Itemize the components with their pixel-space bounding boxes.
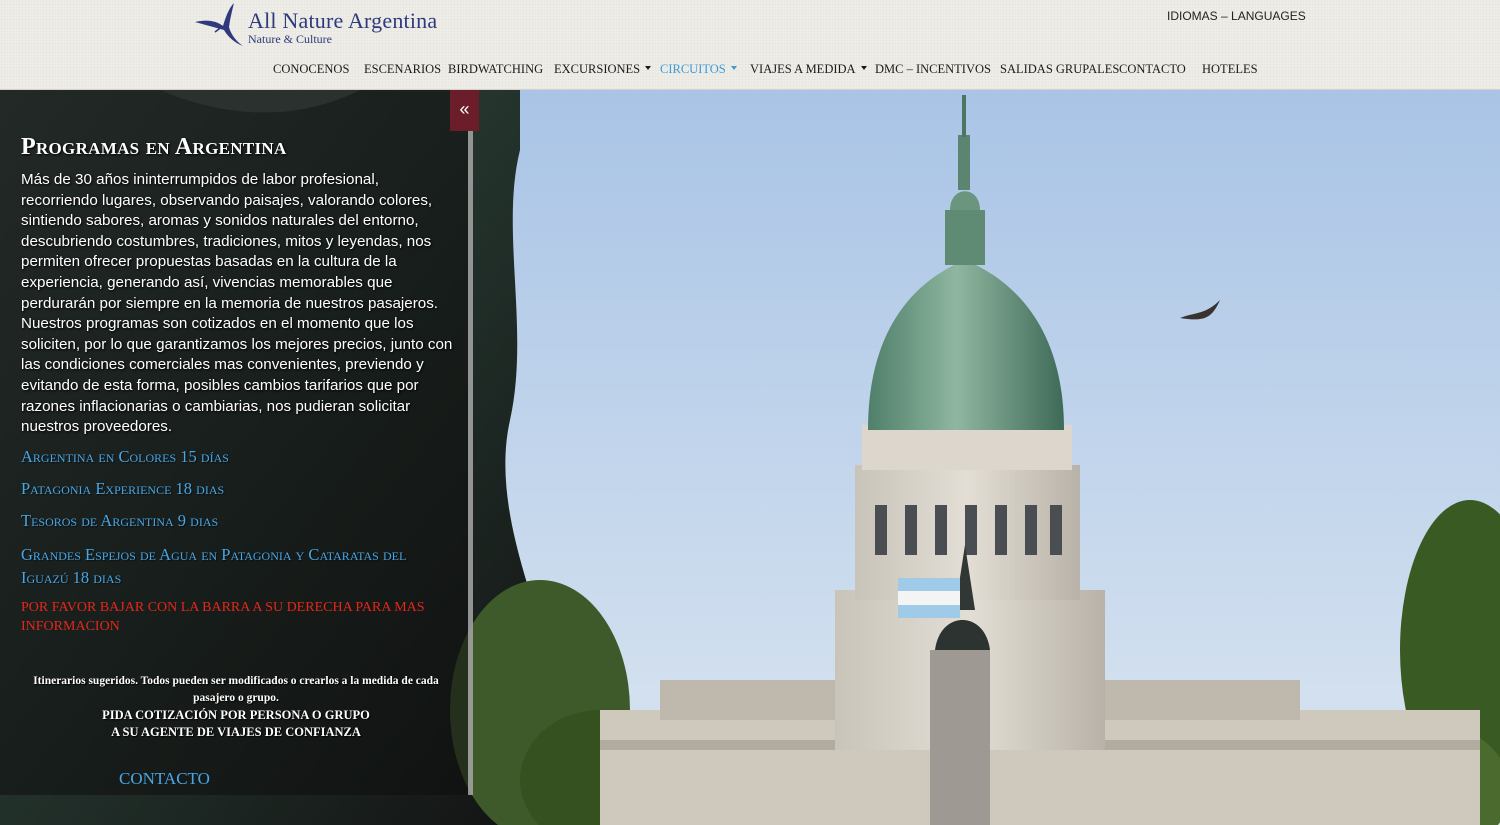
caret-down-icon bbox=[645, 66, 652, 70]
nav-label: BIRDWATCHING bbox=[448, 62, 544, 76]
caret-down-icon bbox=[860, 66, 867, 70]
brand-title: All Nature Argentina bbox=[248, 8, 438, 33]
panel-contact-link[interactable]: CONTACTO bbox=[119, 769, 210, 789]
scroll-warning: POR FAVOR BAJAR CON LA BARRA A SU DERECH… bbox=[21, 600, 425, 634]
nav-label: DMC – INCENTIVOS bbox=[875, 62, 991, 76]
collapse-panel-button[interactable]: « bbox=[450, 90, 479, 131]
itinerary-note: Itinerarios sugeridos. Todos pueden ser … bbox=[33, 675, 439, 704]
bird-logo-icon bbox=[195, 3, 243, 46]
nav-contacto[interactable]: CONTACTO bbox=[1119, 62, 1186, 77]
nav-label: CIRCUITOS bbox=[660, 62, 726, 76]
nav-viajes-a-medida[interactable]: VIAJES A MEDIDA bbox=[750, 62, 867, 77]
nav-label: HOTELES bbox=[1202, 62, 1258, 76]
program-link-grandes-espejos[interactable]: Grandes Espejos de Agua en Patagonia y C… bbox=[21, 543, 441, 589]
program-link-tesoros-de-argentina[interactable]: Tesoros de Argentina 9 dias bbox=[21, 511, 218, 531]
nav-conocenos[interactable]: CONOCENOS bbox=[273, 62, 349, 77]
panel-description: Más de 30 años ininterrumpidos de labor … bbox=[21, 171, 453, 436]
brand-subtitle: Nature & Culture bbox=[248, 32, 332, 46]
nav-label: SALIDAS GRUPALES bbox=[1000, 62, 1120, 76]
caret-down-icon bbox=[730, 66, 737, 70]
panel-title: Programas en Argentina bbox=[21, 134, 287, 160]
brand-logo[interactable]: All Nature Argentina Nature & Culture bbox=[193, 2, 453, 48]
nav-hoteles[interactable]: HOTELES bbox=[1202, 62, 1258, 77]
nav-escenarios[interactable]: ESCENARIOS bbox=[364, 62, 441, 77]
double-chevron-left-icon: « bbox=[459, 99, 470, 119]
nav-dmc-incentivos[interactable]: DMC – INCENTIVOS bbox=[875, 62, 991, 77]
nav-circuitos[interactable]: CIRCUITOS bbox=[660, 62, 737, 77]
main-nav: CONOCENOS ESCENARIOS BIRDWATCHING EXCURS… bbox=[0, 62, 1500, 82]
quote-request-note: PIDA COTIZACIÓN POR PERSONA O GRUPO bbox=[102, 708, 370, 722]
program-link-argentina-en-colores[interactable]: Argentina en Colores 15 días bbox=[21, 447, 229, 467]
nav-birdwatching[interactable]: BIRDWATCHING bbox=[448, 62, 543, 77]
languages-link[interactable]: IDIOMAS – LANGUAGES bbox=[1167, 9, 1306, 23]
program-link-patagonia-experience[interactable]: Patagonia Experience 18 dias bbox=[21, 479, 224, 499]
nav-label: EXCURSIONES bbox=[554, 62, 641, 76]
nav-excursiones[interactable]: EXCURSIONES bbox=[554, 62, 652, 77]
nav-label: VIAJES A MEDIDA bbox=[750, 62, 856, 76]
nav-label: CONTACTO bbox=[1119, 62, 1186, 76]
nav-label: CONOCENOS bbox=[273, 62, 350, 76]
travel-agent-note: A SU AGENTE DE VIAJES DE CONFIANZA bbox=[111, 725, 361, 739]
nav-salidas-grupales[interactable]: SALIDAS GRUPALES bbox=[1000, 62, 1119, 77]
nav-label: ESCENARIOS bbox=[364, 62, 442, 76]
site-header: All Nature Argentina Nature & Culture ID… bbox=[0, 0, 1500, 90]
